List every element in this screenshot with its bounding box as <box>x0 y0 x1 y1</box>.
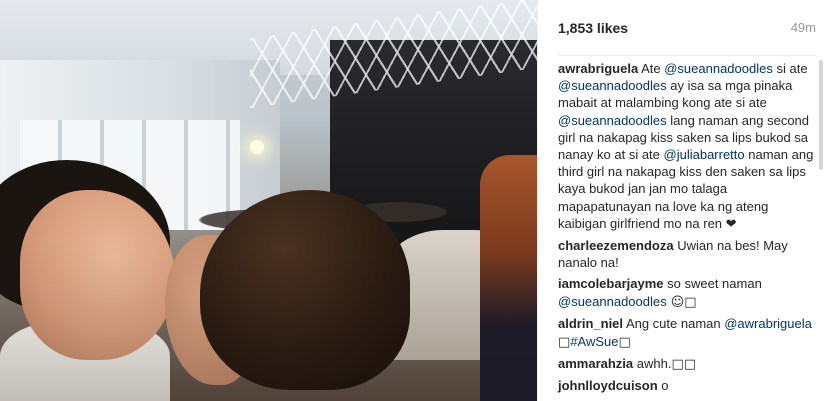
scrollbar[interactable] <box>819 60 823 170</box>
emoji-icon: ❤ <box>725 216 737 232</box>
comment-item: charleezemendoza Uwian na bes! May nanal… <box>558 237 816 271</box>
comment-item: iamcolebarjayme so sweet naman @sueannad… <box>558 275 816 310</box>
comment-mention[interactable]: @awrabriguela <box>724 316 812 331</box>
emoji-icon: □ <box>618 335 631 351</box>
post-meta-row: 1,853 likes 49m <box>558 0 816 56</box>
comment-item: aldrin_niel Ang cute naman @awrabriguela… <box>558 315 816 351</box>
comment-list: awrabriguela Ate @sueannadoodles si ate … <box>558 56 816 395</box>
comment-text: si ate <box>772 61 808 76</box>
comment-username[interactable]: iamcolebarjayme <box>558 276 664 291</box>
comment-username[interactable]: johnlloydcuison <box>558 378 658 393</box>
comment-text: Ang cute naman <box>625 315 725 331</box>
post-time[interactable]: 49m <box>791 20 816 35</box>
comment-username[interactable]: aldrin_niel <box>558 316 623 331</box>
comment-username[interactable]: ammarahzia <box>558 356 633 371</box>
comment-text: Ate <box>641 61 665 76</box>
emoji-icon: □□ <box>671 357 697 373</box>
comment-mention[interactable]: @sueannadoodles <box>664 61 773 76</box>
post-photo[interactable] <box>0 0 537 401</box>
comment-text: o <box>661 378 669 394</box>
comment-mention[interactable]: @sueannadoodles <box>558 78 667 93</box>
comment-item: awrabriguela Ate @sueannadoodles si ate … <box>558 60 816 233</box>
emoji-icon: □ <box>558 335 571 351</box>
comment-username[interactable]: charleezemendoza <box>558 238 674 253</box>
comment-mention[interactable]: @sueannadoodles <box>558 294 667 309</box>
comment-item: johnlloydcuison o <box>558 377 816 394</box>
instagram-post-view: 1,853 likes 49m awrabriguela Ate @sueann… <box>0 0 826 401</box>
emoji-icon: ☺□ <box>666 294 697 310</box>
comment-mention[interactable]: @sueannadoodles <box>558 113 667 128</box>
comment-mention[interactable]: @juliabarretto <box>664 147 745 162</box>
comment-text: so sweet naman <box>667 276 762 292</box>
likes-count[interactable]: 1,853 likes <box>558 20 628 36</box>
photo-shade <box>0 0 537 401</box>
comment-mention[interactable]: #AwSue <box>570 334 618 349</box>
comment-text: awhh. <box>636 356 672 372</box>
comment-item: ammarahzia awhh.□□ <box>558 355 816 373</box>
comment-username[interactable]: awrabriguela <box>558 61 638 76</box>
comments-panel: 1,853 likes 49m awrabriguela Ate @sueann… <box>537 0 826 401</box>
